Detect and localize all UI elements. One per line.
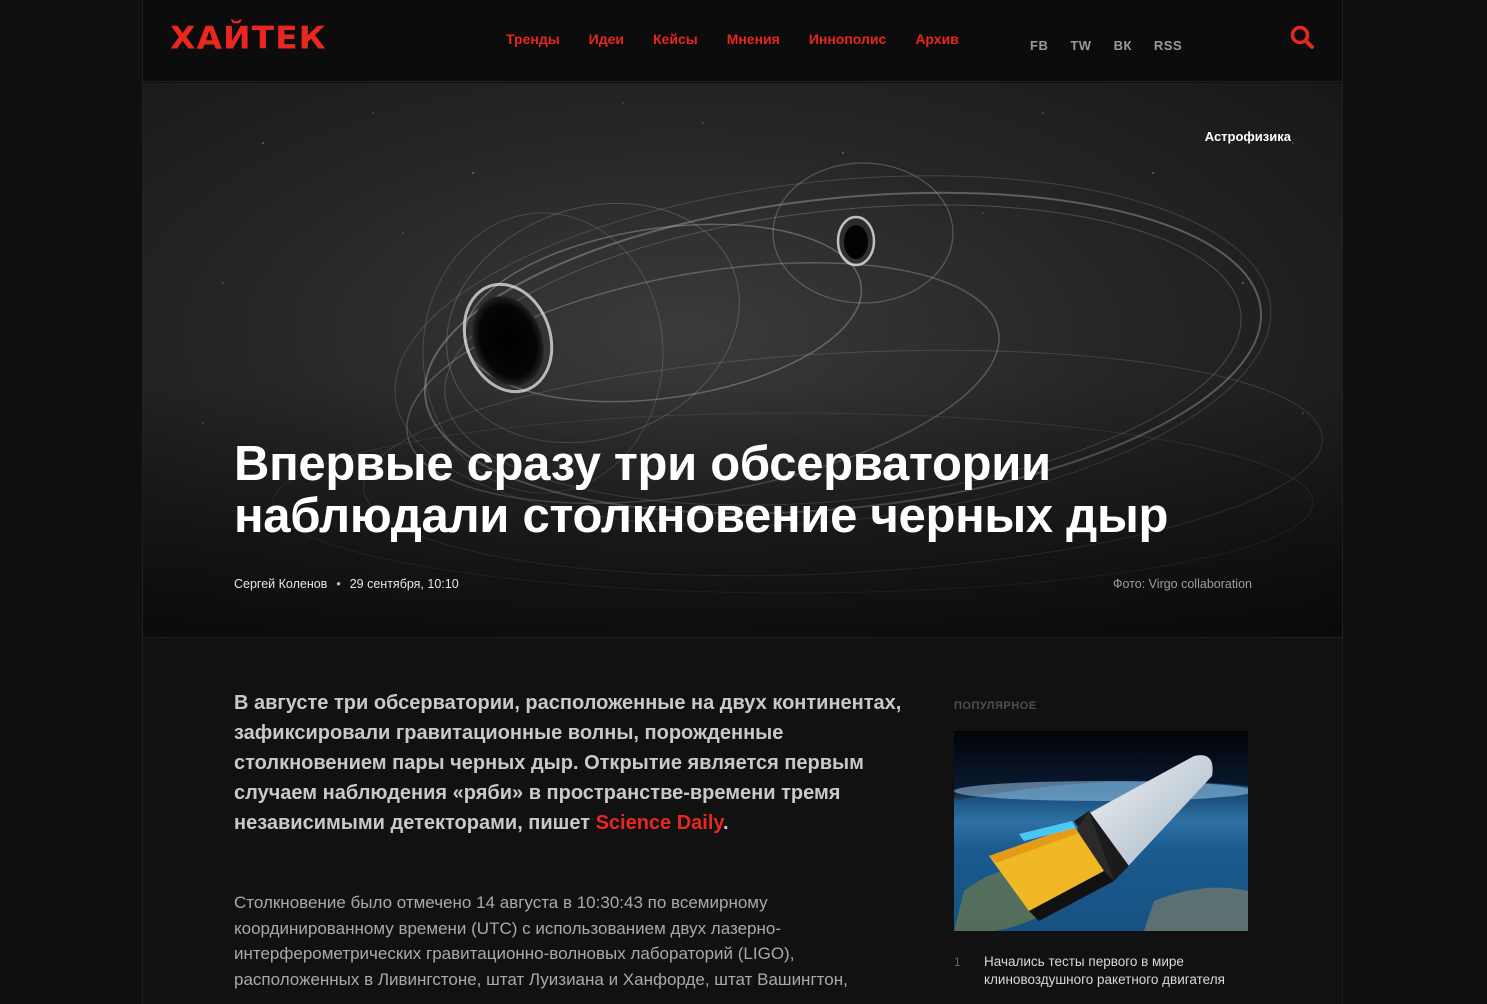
- article-meta: Сергей Коленов • 29 сентября, 10:10: [234, 577, 459, 591]
- rubric-tag[interactable]: Астрофизика: [1205, 129, 1291, 144]
- social-link-tw[interactable]: TW: [1070, 38, 1091, 53]
- search-icon: [1290, 25, 1314, 49]
- nav-link-archive[interactable]: Архив: [915, 31, 958, 47]
- main-nav: Тренды Идеи Кейсы Мнения Иннополис Архив: [506, 31, 988, 47]
- social-link-rss[interactable]: RSS: [1154, 38, 1182, 53]
- nav-link-opinions[interactable]: Мнения: [727, 31, 780, 47]
- article-lead: В августе три обсерватории, расположенны…: [234, 688, 904, 838]
- search-button[interactable]: [1289, 24, 1317, 52]
- social-link-fb[interactable]: FB: [1030, 38, 1048, 53]
- article-title: Впервые сразу три обсерватории наблюдали…: [234, 437, 1169, 543]
- source-link[interactable]: Science Daily: [596, 812, 723, 834]
- nav-link-cases[interactable]: Кейсы: [653, 31, 698, 47]
- nav-link-trends[interactable]: Тренды: [506, 31, 560, 47]
- rocket-engine-illustration: [954, 731, 1248, 931]
- social-link-vk[interactable]: ВК: [1114, 38, 1132, 53]
- popular-item-link[interactable]: Начались тесты первого в мире клиновозду…: [984, 953, 1254, 989]
- lead-text: В августе три обсерватории, расположенны…: [234, 692, 902, 834]
- photo-credit: Фото: Virgo collaboration: [1113, 577, 1252, 591]
- publish-date: 29 сентября, 10:10: [349, 577, 459, 591]
- social-links: FB TW ВК RSS: [1030, 38, 1204, 53]
- nav-link-ideas[interactable]: Идеи: [589, 31, 624, 47]
- article-paragraph: Столкновение было отмечено 14 августа в …: [234, 893, 848, 989]
- author-name[interactable]: Сергей Коленов: [234, 577, 327, 591]
- meta-separator: •: [336, 577, 341, 591]
- page: ХАЙТЕК Тренды Идеи Кейсы Мнения Иннополи…: [142, 0, 1343, 1004]
- article-hero: Астрофизика Впервые сразу три обсерватор…: [143, 83, 1342, 638]
- nav-link-innopolis[interactable]: Иннополис: [809, 31, 886, 47]
- popular-item-number: 1: [954, 955, 961, 969]
- lead-end: .: [723, 812, 729, 834]
- site-logo[interactable]: ХАЙТЕК: [170, 19, 327, 56]
- popular-heading: ПОПУЛЯРНОЕ: [954, 700, 1037, 712]
- site-header: ХАЙТЕК Тренды Идеи Кейсы Мнения Иннополи…: [143, 0, 1342, 82]
- popular-item-image[interactable]: [954, 731, 1248, 931]
